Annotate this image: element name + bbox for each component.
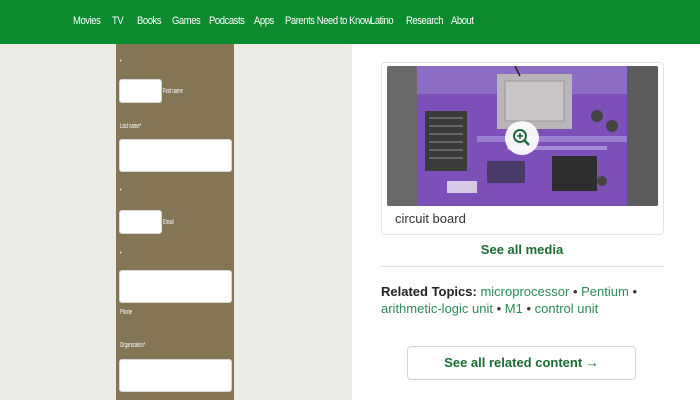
section-divider — [381, 266, 664, 267]
nav-about[interactable]: About — [451, 15, 474, 27]
signup-form-panel: • First name Last name* • Email • Phone … — [116, 44, 234, 400]
nav-movies[interactable]: Movies — [73, 15, 101, 27]
bullet-separator: • — [632, 284, 638, 299]
topic-link-arithmetic-logic-unit[interactable]: arithmetic-logic unit — [381, 301, 493, 316]
image-caption: circuit board — [395, 211, 466, 226]
email-label: Email — [163, 219, 174, 226]
article-sidebar: circuit board See all media Related Topi… — [352, 44, 700, 400]
topic-link-microprocessor[interactable]: microprocessor — [480, 284, 569, 299]
bullet-separator: • — [496, 301, 505, 316]
nav-games[interactable]: Games — [172, 15, 201, 27]
media-card[interactable]: circuit board — [381, 62, 664, 235]
related-topics-heading: Related Topics: — [381, 284, 477, 299]
topic-link-m1[interactable]: M1 — [505, 301, 523, 316]
nav-research[interactable]: Research — [406, 15, 443, 27]
form-marker: • — [120, 250, 122, 257]
bullet-separator: • — [526, 301, 535, 316]
top-navigation-bar: Movies TV Books Games Podcasts Apps Pare… — [0, 0, 700, 44]
nav-books[interactable]: Books — [137, 15, 162, 27]
nav-parents-need-to-know[interactable]: Parents Need to Know — [285, 15, 371, 27]
topic-link-control-unit[interactable]: control unit — [535, 301, 599, 316]
last-name-label: Last name* — [120, 123, 142, 130]
form-marker: • — [120, 58, 122, 65]
topic-link-pentium[interactable]: Pentium — [581, 284, 629, 299]
nav-tv[interactable]: TV — [112, 15, 124, 27]
phone-label: Phone — [120, 309, 133, 316]
email-input[interactable] — [119, 210, 162, 234]
organization-input[interactable] — [119, 359, 232, 392]
see-all-media-link[interactable]: See all media — [352, 242, 692, 257]
first-name-input[interactable] — [119, 79, 162, 103]
first-name-label: First name — [163, 88, 183, 95]
nav-podcasts[interactable]: Podcasts — [209, 15, 245, 27]
last-name-input[interactable] — [119, 139, 232, 172]
circuit-board-image[interactable] — [387, 66, 658, 206]
bullet-separator: • — [572, 284, 582, 299]
form-marker: • — [120, 187, 122, 194]
nav-latino[interactable]: Latino — [370, 15, 394, 27]
related-topics: Related Topics: microprocessor • Pentium… — [381, 283, 671, 317]
organization-label: Organization* — [120, 342, 146, 349]
zoom-in-icon[interactable] — [505, 121, 539, 155]
see-all-related-content-button[interactable]: See all related content → — [407, 346, 636, 380]
nav-apps[interactable]: Apps — [254, 15, 274, 27]
phone-input[interactable] — [119, 270, 232, 303]
